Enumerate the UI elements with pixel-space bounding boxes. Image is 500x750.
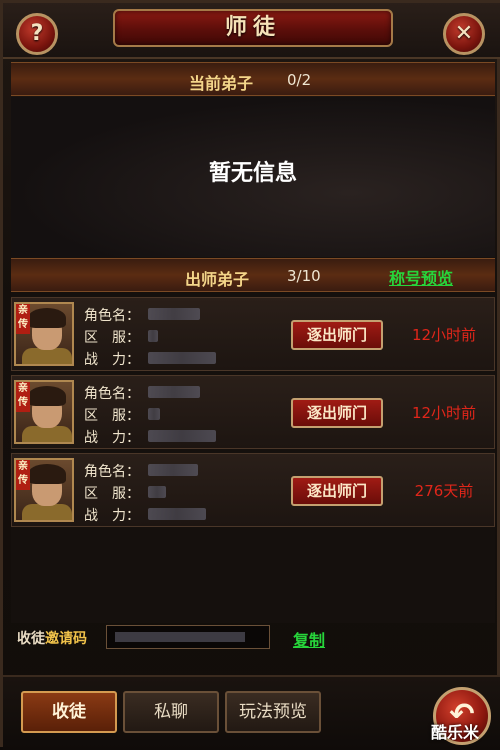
title-preview-link[interactable]: 称号预览 (389, 265, 453, 289)
gameplay-preview-button[interactable]: 玩法预览 (225, 691, 321, 733)
game-window: ? 师徒 ✕ 当前弟子 0/2 暂无信息 出师弟子 3/10 称号预览 亲传 角… (0, 0, 500, 750)
empty-message: 暂无信息 (208, 161, 297, 186)
server-label: 区 服： (84, 408, 140, 424)
watermark: 酷乐米 (431, 723, 480, 742)
server-label: 区 服： (84, 330, 140, 346)
time-ago: 276天前 (414, 482, 474, 500)
private-chat-button[interactable]: 私聊 (123, 691, 219, 733)
expel-button[interactable]: 逐出师门 (291, 320, 383, 350)
invite-code-field[interactable] (106, 625, 270, 649)
obscured-name (148, 464, 198, 476)
avatar: 亲传 (14, 302, 74, 366)
list-item: 亲传 角色名： 区 服： 战 力： 逐出师门 12小时前 (11, 297, 495, 371)
window-title: 师徒 (113, 9, 393, 47)
copy-link[interactable]: 复制 (293, 627, 325, 651)
current-disciples-panel: 暂无信息 (11, 97, 495, 257)
expel-button[interactable]: 逐出师门 (291, 398, 383, 428)
obscured-server (148, 486, 166, 498)
invite-label-suffix: 邀请码 (45, 631, 87, 647)
direct-disciple-badge: 亲传 (16, 460, 30, 490)
obscured-name (148, 386, 200, 398)
obscured-server (148, 408, 160, 420)
current-disciples-count: 0/2 (287, 71, 312, 89)
avatar: 亲传 (14, 380, 74, 444)
avatar: 亲传 (14, 458, 74, 522)
list-item: 亲传 角色名： 区 服： 战 力： 逐出师门 276天前 (11, 453, 495, 527)
obscured-power (148, 508, 206, 520)
obscured-power (148, 352, 216, 364)
obscured-server (148, 330, 158, 342)
name-label: 角色名： (84, 464, 140, 480)
power-label: 战 力： (84, 430, 140, 446)
current-disciples-label: 当前弟子 (189, 74, 254, 93)
help-icon[interactable]: ? (16, 13, 58, 55)
direct-disciple-badge: 亲传 (16, 304, 30, 334)
power-label: 战 力： (84, 508, 140, 524)
time-ago: 12小时前 (411, 404, 477, 422)
graduated-disciples-label: 出师弟子 (185, 270, 250, 289)
invite-code-label: 收徒邀请码 (17, 628, 87, 648)
graduated-disciples-header: 出师弟子 3/10 称号预览 (11, 258, 495, 292)
name-label: 角色名： (84, 308, 140, 324)
power-label: 战 力： (84, 352, 140, 368)
obscured-invite-code (115, 632, 245, 642)
list-item: 亲传 角色名： 区 服： 战 力： 逐出师门 12小时前 (11, 375, 495, 449)
obscured-name (148, 308, 200, 320)
time-ago: 12小时前 (411, 326, 477, 344)
bottom-bar: 收徒 私聊 玩法预览 ↶ (3, 675, 500, 750)
invite-code-row: 收徒邀请码 复制 (15, 625, 491, 651)
graduated-disciples-count: 3/10 (287, 267, 321, 285)
expel-button[interactable]: 逐出师门 (291, 476, 383, 506)
graduated-disciples-list: 亲传 角色名： 区 服： 战 力： 逐出师门 12小时前 亲传 角色名： 区 服… (11, 293, 495, 623)
close-icon[interactable]: ✕ (443, 13, 485, 55)
direct-disciple-badge: 亲传 (16, 382, 30, 412)
recruit-button[interactable]: 收徒 (21, 691, 117, 733)
current-disciples-header: 当前弟子 0/2 (11, 62, 495, 96)
name-label: 角色名： (84, 386, 140, 402)
server-label: 区 服： (84, 486, 140, 502)
title-bar: ? 师徒 ✕ (3, 3, 500, 59)
invite-label-prefix: 收徒 (17, 631, 45, 647)
obscured-power (148, 430, 216, 442)
